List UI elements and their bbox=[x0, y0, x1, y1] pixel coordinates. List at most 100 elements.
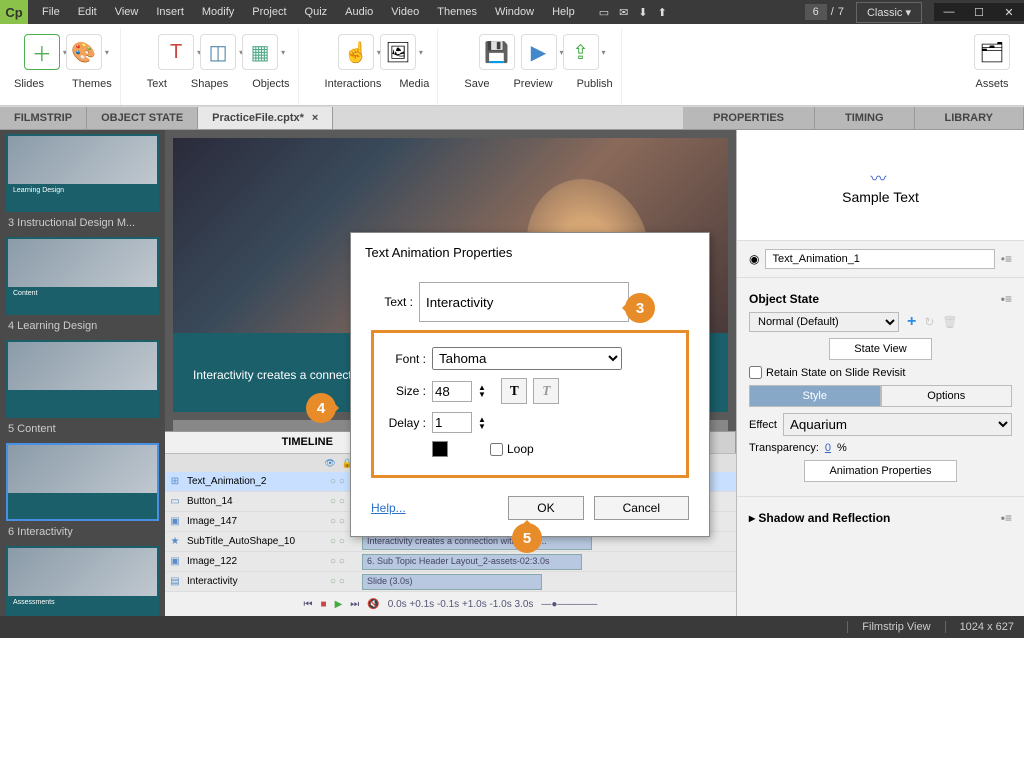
play-icon[interactable]: ▶ bbox=[335, 599, 343, 610]
workspace-selector[interactable]: Classic ▾ bbox=[856, 2, 922, 23]
status-bar: Filmstrip View 1024 x 627 bbox=[0, 616, 1024, 638]
window-close[interactable]: ✕ bbox=[994, 3, 1024, 21]
slides-button[interactable]: ＋▾ bbox=[24, 34, 60, 70]
style-tab[interactable]: Style bbox=[749, 385, 881, 407]
eye-icon[interactable]: 👁 bbox=[324, 458, 335, 469]
media-button[interactable]: 🖼▾ bbox=[380, 34, 416, 70]
tab-object-state[interactable]: OBJECT STATE bbox=[87, 107, 198, 129]
tab-library[interactable]: LIBRARY bbox=[915, 107, 1024, 129]
reset-icon[interactable]: ↻ bbox=[924, 315, 934, 329]
font-select[interactable]: Tahoma bbox=[432, 347, 622, 370]
object-name-input[interactable] bbox=[765, 249, 994, 269]
delay-input[interactable] bbox=[432, 412, 472, 433]
menu-quiz[interactable]: Quiz bbox=[297, 2, 336, 22]
shapes-button[interactable]: ◫▾ bbox=[200, 34, 236, 70]
timeline-row[interactable]: ▤Interactivity○ ○Slide (3.0s) bbox=[165, 572, 736, 592]
filmstrip-thumbnail[interactable] bbox=[6, 340, 159, 418]
text-label: Text : bbox=[371, 295, 413, 309]
mute-icon[interactable]: 🔇 bbox=[367, 599, 379, 610]
menu-modify[interactable]: Modify bbox=[194, 2, 242, 22]
monitor-icon[interactable]: ▭ bbox=[599, 6, 609, 19]
menu-help[interactable]: Help bbox=[544, 2, 583, 22]
shadow-heading[interactable]: Shadow and Reflection bbox=[758, 511, 890, 525]
down-icon[interactable]: ⬇ bbox=[638, 6, 647, 19]
transparency-value[interactable]: 0 bbox=[825, 442, 831, 454]
view-mode: Filmstrip View bbox=[847, 621, 930, 633]
rewind-icon[interactable]: ⏮ bbox=[304, 599, 313, 610]
save-button[interactable]: 💾 bbox=[479, 34, 515, 70]
tab-file[interactable]: PracticeFile.cptx*× bbox=[198, 107, 333, 129]
filmstrip-thumbnail[interactable] bbox=[6, 443, 159, 521]
dialog-title: Text Animation Properties bbox=[351, 233, 709, 268]
zoom-slider[interactable]: —●———— bbox=[541, 599, 597, 610]
page-sep: / bbox=[831, 6, 834, 18]
preview-button[interactable]: ▶▾ bbox=[521, 34, 557, 70]
delete-icon[interactable]: 🗑 bbox=[942, 315, 957, 329]
filmstrip-label: 3 Instructional Design M... bbox=[6, 212, 159, 231]
window-minimize[interactable]: — bbox=[934, 3, 964, 21]
close-icon[interactable]: × bbox=[312, 112, 318, 124]
interactions-button[interactable]: ☝▾ bbox=[338, 34, 374, 70]
filmstrip-thumbnail[interactable]: Learning Design bbox=[6, 134, 159, 212]
state-view-button[interactable]: State View bbox=[829, 338, 931, 360]
window-maximize[interactable]: ☐ bbox=[964, 3, 994, 21]
loop-checkbox[interactable]: Loop bbox=[490, 442, 532, 456]
page-current[interactable]: 6 bbox=[805, 4, 827, 20]
themes-button[interactable]: 🎨▾ bbox=[66, 34, 102, 70]
filmstrip-panel[interactable]: Learning Design3 Instructional Design M.… bbox=[0, 130, 165, 616]
bold-button[interactable]: T bbox=[501, 378, 527, 404]
forward-icon[interactable]: ⏭ bbox=[350, 599, 359, 610]
add-state-button[interactable]: + bbox=[907, 313, 916, 331]
stop-icon[interactable]: ■ bbox=[321, 599, 327, 610]
filmstrip-thumbnail[interactable]: Assessments bbox=[6, 546, 159, 616]
eye-icon[interactable]: ◉ bbox=[749, 252, 759, 266]
timeline-row[interactable]: ▣Image_122○ ○6. Sub Topic Header Layout_… bbox=[165, 552, 736, 572]
menu-themes[interactable]: Themes bbox=[429, 2, 485, 22]
assets-button[interactable]: 🗂 bbox=[974, 34, 1010, 70]
options-icon[interactable]: •≡ bbox=[1001, 292, 1012, 306]
font-label: Font : bbox=[384, 352, 426, 366]
page-total: 7 bbox=[838, 6, 844, 18]
text-input[interactable] bbox=[419, 282, 629, 322]
help-link[interactable]: Help... bbox=[371, 501, 406, 515]
menu-project[interactable]: Project bbox=[244, 2, 294, 22]
tab-filmstrip[interactable]: FILMSTRIP bbox=[0, 107, 87, 129]
animation-properties-button[interactable]: Animation Properties bbox=[804, 460, 956, 482]
retain-state-checkbox[interactable]: Retain State on Slide Revisit bbox=[749, 366, 1012, 379]
delay-label: Delay : bbox=[384, 416, 426, 430]
title-bar: Cp File Edit View Insert Modify Project … bbox=[0, 0, 1024, 24]
menu-window[interactable]: Window bbox=[487, 2, 542, 22]
options-tab[interactable]: Options bbox=[881, 385, 1013, 407]
cancel-button[interactable]: Cancel bbox=[594, 496, 689, 520]
effect-label: Effect bbox=[749, 419, 777, 431]
filmstrip-label: 4 Learning Design bbox=[6, 315, 159, 334]
filmstrip-label: 5 Content bbox=[6, 418, 159, 437]
callout-3: 3 bbox=[625, 293, 655, 323]
size-label: Size : bbox=[384, 384, 426, 398]
tab-timing[interactable]: TIMING bbox=[815, 107, 915, 129]
properties-panel: 〰 Sample Text ◉ •≡ Object State•≡ Normal… bbox=[736, 130, 1024, 616]
callout-4: 4 bbox=[306, 393, 336, 423]
objects-button[interactable]: ▦▾ bbox=[242, 34, 278, 70]
menu-edit[interactable]: Edit bbox=[70, 2, 105, 22]
state-select[interactable]: Normal (Default) bbox=[749, 312, 899, 332]
menu-video[interactable]: Video bbox=[383, 2, 427, 22]
callout-5: 5 bbox=[512, 523, 542, 553]
filmstrip-thumbnail[interactable]: Content bbox=[6, 237, 159, 315]
italic-button[interactable]: T bbox=[533, 378, 559, 404]
menu-audio[interactable]: Audio bbox=[337, 2, 381, 22]
options-icon[interactable]: •≡ bbox=[1001, 252, 1012, 266]
mail-icon[interactable]: ✉ bbox=[619, 6, 628, 19]
publish-button[interactable]: ⇪▾ bbox=[563, 34, 599, 70]
menu-file[interactable]: File bbox=[34, 2, 68, 22]
color-swatch[interactable] bbox=[432, 441, 448, 457]
menu-view[interactable]: View bbox=[107, 2, 147, 22]
options-icon[interactable]: •≡ bbox=[1001, 511, 1012, 525]
tab-properties[interactable]: PROPERTIES bbox=[683, 107, 815, 129]
size-input[interactable] bbox=[432, 381, 472, 402]
effect-select[interactable]: Aquarium bbox=[783, 413, 1012, 436]
titlebar-icons: ▭ ✉ ⬇ ⬆ bbox=[599, 6, 667, 19]
text-button[interactable]: T▾ bbox=[158, 34, 194, 70]
up-icon[interactable]: ⬆ bbox=[658, 6, 667, 19]
menu-insert[interactable]: Insert bbox=[148, 2, 192, 22]
